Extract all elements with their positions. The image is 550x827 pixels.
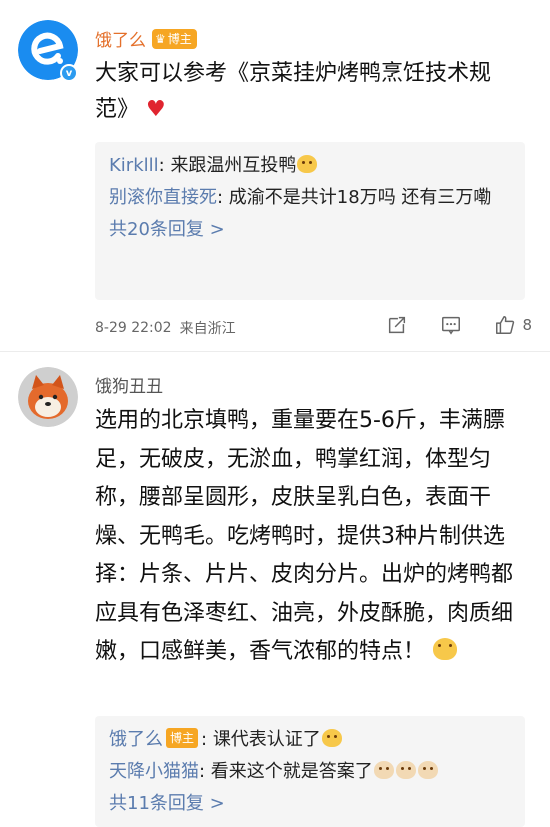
more-replies-link[interactable]: 共11条回复 > xyxy=(109,788,511,820)
reply-sep: : xyxy=(201,729,213,750)
reply-box[interactable]: 饿了么 博主: 课代表认证了 天降小猫猫: 看来这个就是答案了 共11条回复 > xyxy=(95,716,525,827)
blogger-badge: 博主 xyxy=(166,728,199,748)
comment-text: 选用的北京填鸭，重量要在5-6斤，丰满膘足，无破皮，无淤血，鸭掌红润，体型匀称，… xyxy=(95,402,525,672)
comment-text-content: 选用的北京填鸭，重量要在5-6斤，丰满膘足，无破皮，无淤血，鸭掌红润，体型匀称，… xyxy=(95,408,514,664)
reply-user[interactable]: 饿了么 xyxy=(109,729,163,750)
reply-line: 饿了么 博主: 课代表认证了 xyxy=(109,724,511,756)
comment-card: 饿狗丑丑 选用的北京填鸭，重量要在5-6斤，丰满膘足，无破皮，无淤血，鸭掌红润，… xyxy=(0,0,550,827)
author-row: 饿狗丑丑 xyxy=(95,372,163,397)
cat-emoji-icon xyxy=(373,761,394,779)
avatar[interactable] xyxy=(18,367,78,427)
reply-user[interactable]: 天降小猫猫 xyxy=(109,761,199,782)
reply-sep: : xyxy=(199,761,211,782)
grin-emoji-icon xyxy=(321,729,342,747)
reply-line: 天降小猫猫: 看来这个就是答案了 xyxy=(109,756,511,788)
reply-text: 看来这个就是答案了 xyxy=(210,761,373,782)
author-name[interactable]: 饿狗丑丑 xyxy=(95,372,163,397)
grin-emoji-icon xyxy=(433,638,458,660)
reply-text: 课代表认证了 xyxy=(212,729,321,750)
cat-emoji-icon xyxy=(417,761,438,779)
cat-emoji-icon xyxy=(395,761,416,779)
shiba-avatar-icon xyxy=(18,367,78,427)
